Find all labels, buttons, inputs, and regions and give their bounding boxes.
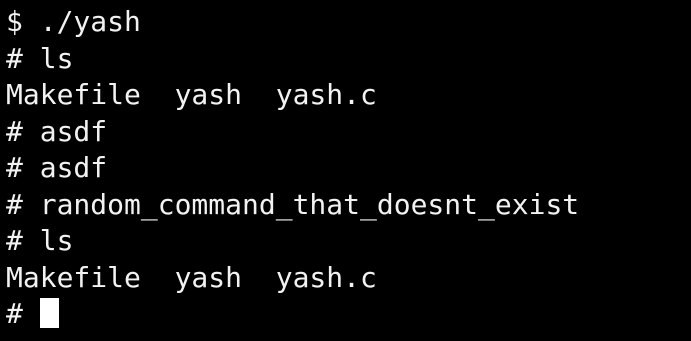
terminal-line: Makefile yash yash.c <box>6 260 377 294</box>
terminal-line: $ ./yash <box>6 5 141 38</box>
terminal-line: Makefile yash yash.c <box>6 78 377 111</box>
terminal-line: # ls <box>6 224 74 257</box>
prompt-symbol: # <box>6 297 40 330</box>
terminal-line: # asdf <box>6 114 108 148</box>
terminal-window[interactable]: $ ./yash # ls Makefile yash yash.c # asd… <box>0 0 691 341</box>
text-cursor <box>39 298 59 328</box>
terminal-line: # asdf <box>6 151 108 184</box>
terminal-line: # random_command_that_doesnt_exist <box>6 187 580 221</box>
terminal-line: # ls <box>6 41 74 75</box>
prompt-line[interactable]: # <box>6 296 691 333</box>
